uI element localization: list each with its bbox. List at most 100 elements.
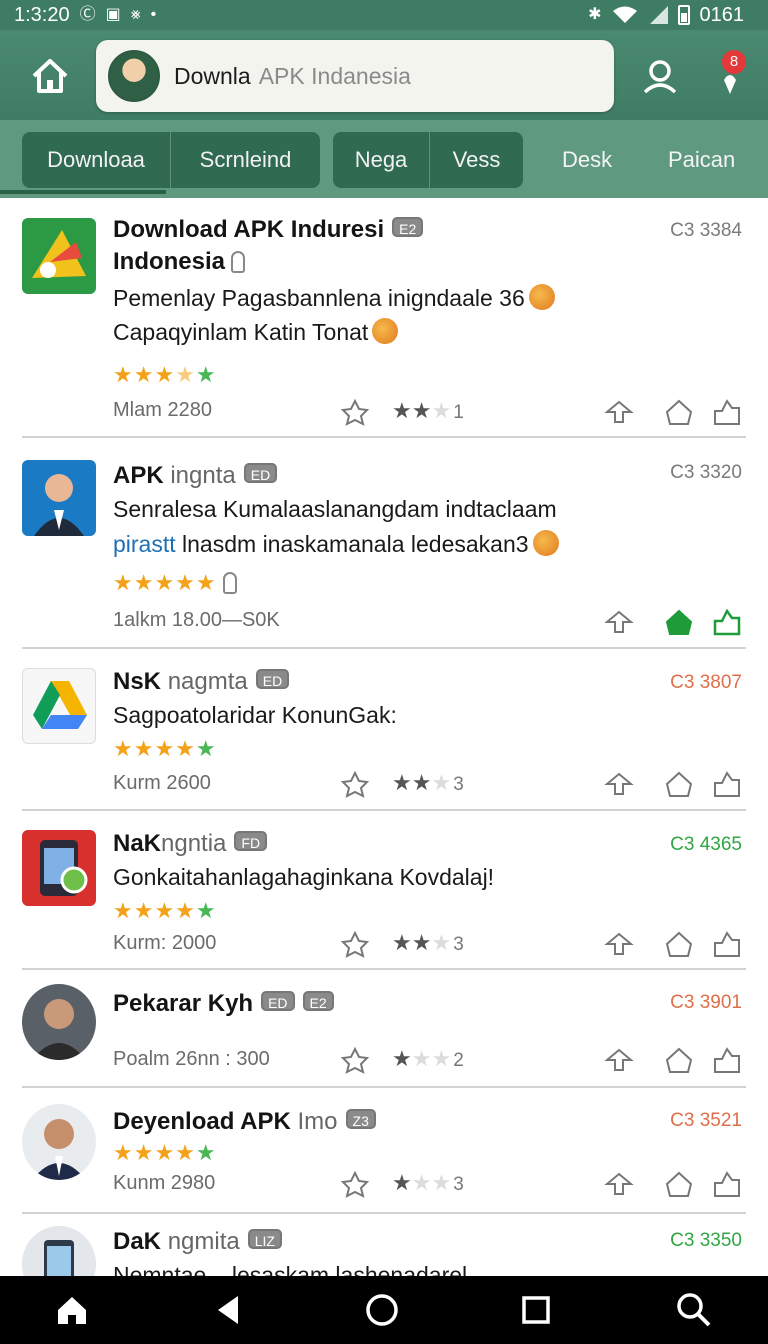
list-item[interactable]: DaK ngmita LIZ C3 3350 Nemntae... lesaska… [0,1214,768,1276]
item-title: NsK nagmta ED [113,668,290,696]
item-description: Senralesa Kumalaaslanangdam indtaclaam [113,496,557,522]
tab-nega[interactable]: Nega [333,132,429,188]
item-description: Pemenlay Pagasbannlena inigndaale 36 [113,284,555,312]
list-item[interactable]: Download APK Induresi E2 Indonesia C3 338… [0,198,768,438]
bookmark-icon[interactable] [664,1170,694,1198]
search-placeholder: APK Indanesia [258,62,411,89]
item-description: Sagpoatolaridar KonunGak: [113,702,397,728]
user-rating[interactable]: ★★★ 1 [392,398,464,424]
user-rating[interactable]: ★★★ 3 [392,1170,464,1196]
avatar [22,1104,96,1180]
item-description: Nemntae... lesaskam lashenadarel [113,1262,468,1276]
item-meta: Kurm 2600 [113,772,211,794]
bookmark-icon[interactable] [664,930,694,958]
item-meta: Mlam 2280 [113,399,212,421]
user-rating[interactable]: ★★★ 3 [392,930,464,956]
bookmark-icon[interactable] [664,1046,694,1074]
item-title: DaK ngmita LIZ [113,1228,282,1256]
list-item[interactable]: NsK nagmta ED C3 3807 Sagpoatolaridar Kon… [0,650,768,810]
item-desc-line1: Pemenlay Pagasbannlena inigndaale 36 [113,285,525,311]
search-input[interactable]: Downla [174,63,251,90]
star-outline-icon[interactable] [340,770,370,798]
item-count: C3 3521 [670,1110,742,1131]
item-count: C3 3350 [670,1230,742,1251]
list-item[interactable]: APK ingnta ED C3 3320 Senralesa Kumalaasl… [0,438,768,648]
rating-count: 3 [453,1174,464,1195]
app-icon [22,218,96,294]
thumb-up-icon[interactable] [712,1046,742,1074]
item-title-text: Deyenload APK [113,1108,291,1135]
list-item[interactable]: NaKngntia FD C3 4365 Gonkaitahanlagahagin… [0,812,768,970]
bookmark-icon[interactable] [664,770,694,798]
rating-count: 3 [453,774,464,795]
bookmark-icon-active[interactable] [664,608,694,636]
item-title-text: Download APK Induresi [113,216,385,243]
rating-count: 1 [453,402,464,423]
thumb-up-icon[interactable] [712,770,742,798]
emoji-icon [372,318,399,344]
circle-home-icon[interactable] [362,1290,402,1330]
item-title-subtext: Imo [297,1108,338,1135]
star-outline-icon[interactable] [340,1170,370,1198]
share-icon[interactable] [604,608,634,636]
app-list[interactable]: Download APK Induresi E2 Indonesia C3 338… [0,198,768,1276]
item-title-subtext: ingnta [170,462,236,489]
thumb-up-icon[interactable] [712,1170,742,1198]
rating-count: 3 [453,934,464,955]
item-tag-2: E2 [302,991,334,1011]
item-count: C3 3807 [670,672,742,693]
recents-icon[interactable] [516,1290,556,1330]
battery-level: 0161 [699,3,745,26]
tab-group-1: Downloaa Scrnleind [22,132,320,188]
item-title-text: NaK [113,830,162,857]
emoji-icon [528,284,555,310]
tab-desk[interactable]: Desk [562,132,612,188]
user-rating[interactable]: ★★★ 2 [392,1046,464,1072]
system-nav-bar [0,1276,768,1344]
divider [22,647,746,649]
home-button[interactable] [28,56,72,96]
bookmark-icon[interactable] [664,398,694,426]
item-title: Pekarar Kyh ED E2 [113,990,334,1018]
item-meta: Kunm 2980 [113,1172,216,1194]
item-tag: Z3 [345,1109,376,1129]
item-title-subtext: ngmita [167,1228,240,1255]
item-tag: ED [255,669,290,689]
list-item[interactable]: Deyenload APK Imo Z3 C3 3521 ★★★★★ Kunm 2… [0,1088,768,1214]
share-icon[interactable] [604,770,634,798]
thumb-up-icon[interactable] [712,398,742,426]
tab-download[interactable]: Downloaa [22,132,170,188]
app-icon [22,668,96,744]
thumb-up-icon-active[interactable] [712,608,742,636]
tab-bar: Downloaa Scrnleind Nega Vess Desk Paican [0,120,768,198]
divider [22,809,746,811]
user-icon[interactable] [640,56,680,96]
search-icon[interactable] [674,1290,714,1330]
user-rating[interactable]: ★★★ 3 [392,770,464,796]
item-title: APK ingnta ED [113,462,278,490]
tab-vess[interactable]: Vess [429,132,523,188]
back-icon[interactable] [208,1290,248,1330]
star-outline-icon[interactable] [340,930,370,958]
star-outline-icon[interactable] [340,1046,370,1074]
item-title-text: NsK [113,668,162,695]
item-title-text: DaK [113,1228,162,1255]
search-bar[interactable]: Downla APK Indanesia [96,40,614,112]
list-item[interactable]: Pekarar Kyh ED E2 C3 3901 Poalm 26nn : 300… [0,970,768,1088]
tab-screening[interactable]: Scrnleind [170,132,320,188]
share-icon[interactable] [604,398,634,426]
item-meta: Kurm: 2000 [113,932,217,954]
share-icon[interactable] [604,930,634,958]
notification-badge: 8 [722,50,746,74]
item-desc-link[interactable]: pirastt [113,531,176,557]
active-tab-indicator [0,190,166,194]
share-icon[interactable] [604,1046,634,1074]
thumb-up-icon[interactable] [712,930,742,958]
app-icon [22,1226,96,1276]
share-icon[interactable] [604,1170,634,1198]
star-outline-icon[interactable] [340,398,370,426]
home-icon[interactable] [52,1290,92,1330]
tab-paican[interactable]: Paican [668,132,735,188]
star-rating: ★★★★★ [113,736,217,761]
item-title-line2: Indonesia [113,248,246,276]
